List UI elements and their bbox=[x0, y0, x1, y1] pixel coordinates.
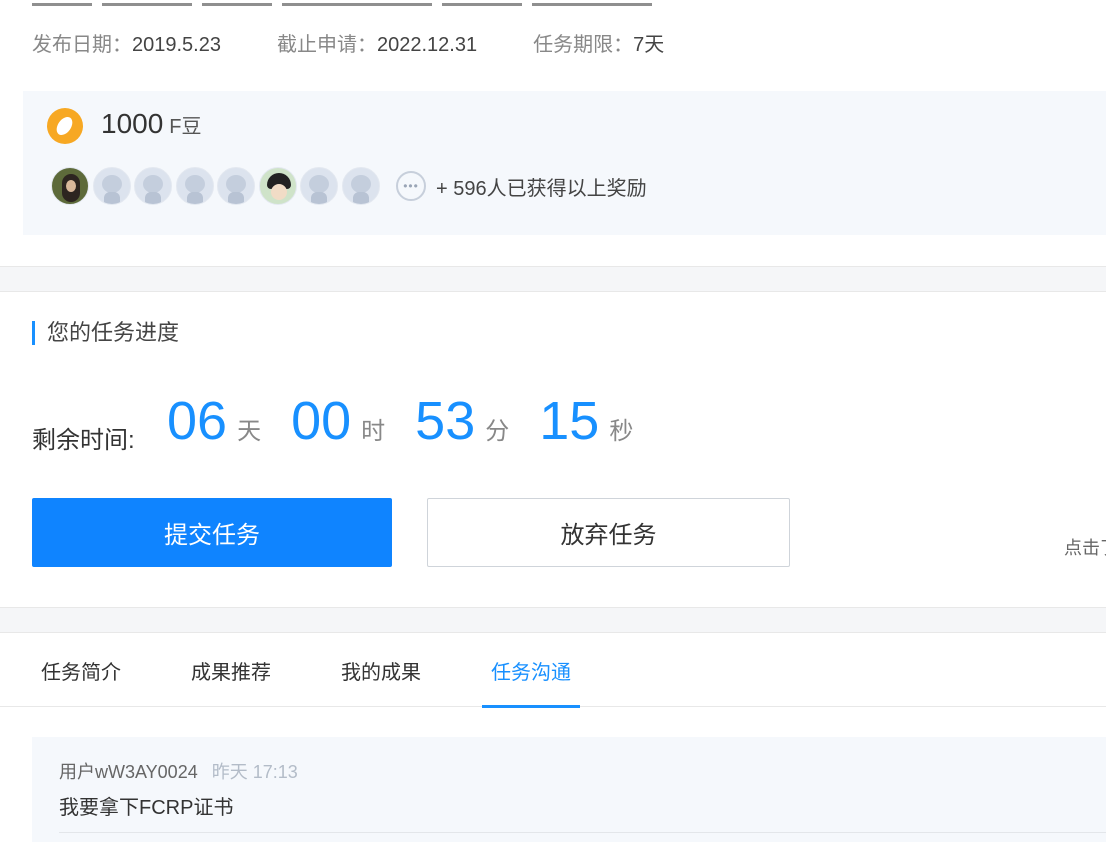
cutoff-text-row bbox=[32, 0, 752, 6]
task-tabs: 任务简介 成果推荐 我的成果 任务沟通 bbox=[0, 633, 1106, 708]
countdown-minutes: 53 bbox=[415, 391, 476, 451]
countdown-seconds: 15 bbox=[539, 391, 600, 451]
task-period-label: 任务期限： bbox=[533, 34, 634, 56]
reward-panel: 1000 F豆 ••• + 596人已获得以上奖励 bbox=[23, 91, 1106, 235]
ellipsis-icon[interactable]: ••• bbox=[396, 171, 426, 201]
task-meta-row: 发布日期：2019.5.23 截止申请：2022.12.31 任务期限：7天 bbox=[32, 28, 720, 57]
apply-deadline-label: 截止申请： bbox=[276, 34, 377, 56]
section-title: 您的任务进度 bbox=[32, 321, 179, 345]
coin-icon bbox=[47, 108, 83, 144]
reward-unit: F豆 bbox=[169, 116, 202, 138]
hint-text[interactable]: 点击了 bbox=[1064, 534, 1106, 560]
avatar[interactable] bbox=[341, 167, 380, 205]
countdown-timer: 06 天 00 时 53 分 15 秒 bbox=[167, 389, 663, 453]
publish-date-label: 发布日期： bbox=[32, 34, 132, 56]
tab-task-communication[interactable]: 任务沟通 bbox=[482, 633, 580, 708]
comment-header: 用户wW3AY0024 昨天 17:13 bbox=[59, 758, 298, 784]
reward-amount-value: 1000 bbox=[101, 108, 164, 139]
submit-task-button[interactable]: 提交任务 bbox=[32, 498, 392, 567]
avatar[interactable] bbox=[217, 167, 255, 205]
comment-user[interactable]: 用户wW3AY0024 bbox=[59, 762, 198, 782]
countdown-hours-unit: 时 bbox=[361, 418, 386, 445]
task-period-value: 7天 bbox=[633, 34, 665, 56]
winners-count-text: + 596人已获得以上奖励 bbox=[436, 177, 647, 200]
countdown-days: 06 bbox=[167, 391, 228, 451]
publish-date-value: 2019.5.23 bbox=[132, 34, 221, 56]
comment-time: 昨天 17:13 bbox=[211, 762, 298, 782]
tab-my-results[interactable]: 我的成果 bbox=[332, 633, 430, 707]
avatar[interactable] bbox=[300, 167, 338, 205]
tab-task-intro[interactable]: 任务简介 bbox=[32, 633, 130, 707]
comment-list: 用户wW3AY0024 昨天 17:13 我要拿下FCRP证书 bbox=[32, 737, 1106, 842]
comment-divider bbox=[59, 832, 1106, 833]
task-period: 任务期限：7天 bbox=[533, 28, 664, 57]
abandon-task-button[interactable]: 放弃任务 bbox=[427, 498, 790, 567]
reward-amount: 1000 F豆 bbox=[101, 108, 202, 140]
section-divider bbox=[0, 266, 1106, 292]
avatar[interactable] bbox=[258, 167, 297, 205]
remaining-time-label: 剩余时间: bbox=[32, 427, 135, 454]
apply-deadline: 截止申请：2022.12.31 bbox=[277, 28, 477, 57]
section-divider bbox=[0, 607, 1106, 633]
avatar[interactable] bbox=[134, 167, 172, 205]
tab-result-recommend[interactable]: 成果推荐 bbox=[182, 633, 280, 707]
avatar[interactable] bbox=[51, 167, 89, 205]
avatar[interactable] bbox=[175, 167, 214, 205]
countdown-days-unit: 天 bbox=[237, 418, 262, 445]
countdown-minutes-unit: 分 bbox=[485, 418, 510, 445]
countdown-hours: 00 bbox=[291, 391, 352, 451]
apply-deadline-value: 2022.12.31 bbox=[376, 34, 478, 56]
avatar[interactable] bbox=[92, 167, 131, 205]
publish-date: 发布日期：2019.5.23 bbox=[32, 28, 221, 57]
countdown-seconds-unit: 秒 bbox=[609, 418, 634, 445]
comment-text: 我要拿下FCRP证书 bbox=[59, 797, 234, 819]
winner-avatars: ••• + 596人已获得以上奖励 bbox=[51, 167, 647, 205]
